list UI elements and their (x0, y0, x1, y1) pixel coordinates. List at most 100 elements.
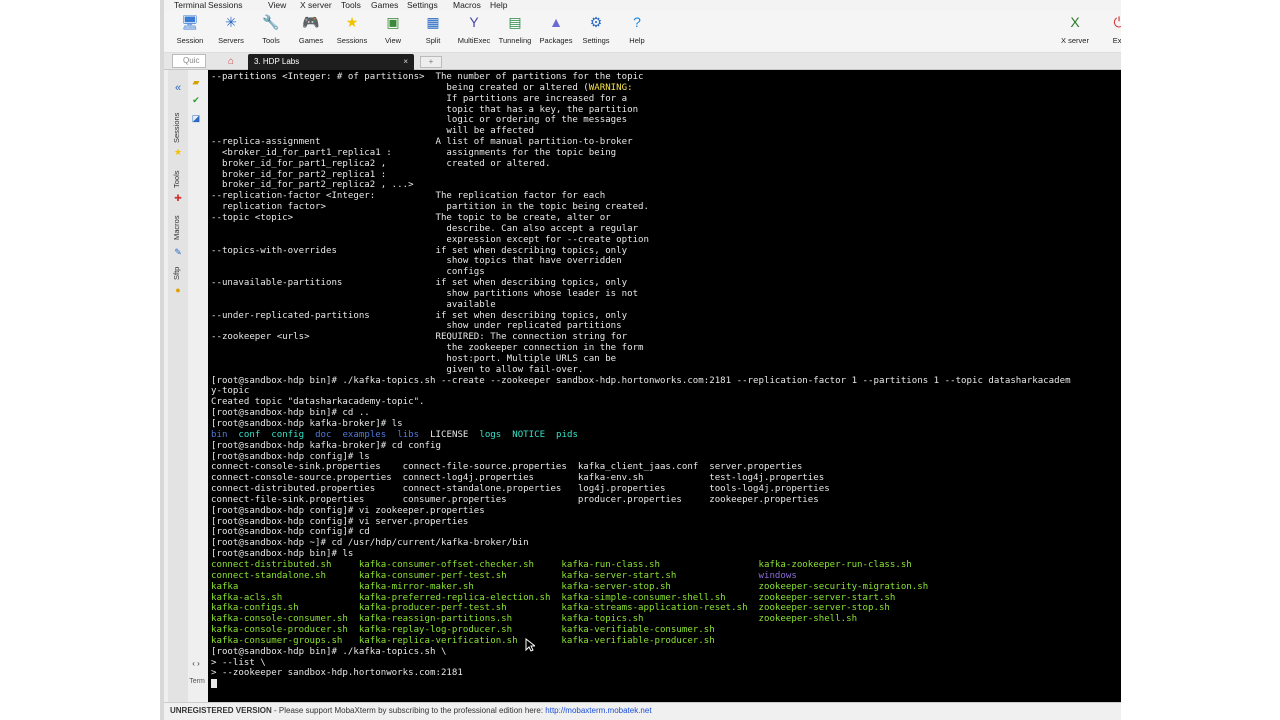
terminal-line: show partitions whose leader is not (211, 289, 1121, 300)
terminal-text: libs (397, 429, 420, 440)
games-icon: 🎮 (302, 14, 320, 30)
mouse-pointer-icon (525, 638, 535, 652)
sidebar-tab-sessions[interactable]: Sessions (172, 108, 184, 148)
terminal-text: --topics-with-overrides if set when desc… (211, 245, 628, 256)
mobaxterm-window: Terminal Sessions View X server Tools Games Se… (160, 0, 1121, 720)
terminal-text: connect-standalone.sh kafka-consumer-per… (211, 570, 759, 581)
settings-toolbar-button[interactable]: ⚙ Settings (574, 13, 618, 45)
terminal-line: [root@sandbox-hdp config]# cd (211, 527, 1121, 538)
terminal-line: host:port. Multiple URLS can be (211, 354, 1121, 365)
new-tab-button[interactable]: + (420, 56, 442, 68)
sidebar-tab-sftp[interactable]: Sftp (172, 264, 184, 282)
menu-sessions[interactable]: Sessions (208, 0, 243, 11)
terminal-text: [root@sandbox-hdp bin]# ./kafka-topics.s… (211, 375, 1071, 386)
help-icon: ? (633, 14, 641, 30)
nav-arrows-icon[interactable]: ‹ › (188, 658, 204, 670)
terminal-line: Created topic "datasharkacademy-topic". (211, 397, 1121, 408)
sidebar-tab-tools[interactable]: Tools (172, 166, 184, 192)
sessions-toolbar-button[interactable]: ★ Sessions (330, 13, 374, 45)
terminal-line: > --list \ (211, 658, 1121, 669)
menu-x-server[interactable]: X server (300, 0, 332, 11)
tools-icon: 🔧 (262, 14, 280, 30)
terminal-line: --replication-factor <Integer: The repli… (211, 191, 1121, 202)
quick-connect-input[interactable]: Quic (172, 54, 206, 68)
sftp-icon[interactable]: ◪ (190, 112, 202, 124)
menu-tools[interactable]: Tools (341, 0, 361, 11)
servers-toolbar-button[interactable]: ✳ Servers (209, 13, 253, 45)
menu-settings[interactable]: Settings (407, 0, 438, 11)
multiexec-icon: Y (469, 14, 479, 30)
games-toolbar-button[interactable]: 🎮 Games (289, 13, 333, 45)
mobaxterm-link[interactable]: http://mobaxterm.mobatek.net (545, 706, 651, 715)
menu-macros[interactable]: Macros (453, 0, 481, 11)
home-tab[interactable]: ⌂ (218, 54, 244, 69)
tools-icon: ✚ (174, 193, 182, 203)
terminal-text: broker_id_for_part1_replica2 , created o… (211, 158, 551, 169)
terminal-line: kafka kafka-mirror-maker.sh kafka-server… (211, 582, 1121, 593)
menu-help[interactable]: Help (490, 0, 507, 11)
terminal-text: [root@sandbox-hdp config]# vi server.pro… (211, 516, 469, 527)
session-toolbar-button[interactable]: 🖥 Session (168, 13, 212, 45)
terminal-text: configs (211, 267, 485, 278)
terminal-text: kafka-configs.sh kafka-producer-perf-tes… (211, 603, 890, 614)
check-icon[interactable]: ✔ (190, 94, 202, 106)
terminal-line: [root@sandbox-hdp bin]# ls (211, 549, 1121, 560)
x-server-toolbar-button[interactable]: X X server (1053, 13, 1097, 45)
terminal-text: being created or altered ( (211, 82, 589, 93)
toolbar-label: Servers (218, 36, 244, 45)
terminal-text: kafka-console-producer.sh kafka-replay-l… (211, 625, 715, 636)
terminal-line: bin conf config doc examples libs LICENS… (211, 430, 1121, 441)
terminal-line: [root@sandbox-hdp bin]# ./kafka-topics.s… (211, 647, 1121, 658)
view-toolbar-button[interactable]: ▣ View (371, 13, 415, 45)
terminal-line: --replica-assignment A list of manual pa… (211, 137, 1121, 148)
terminal-text: connect-distributed.properties connect-s… (211, 484, 830, 495)
tab-hdp-labs[interactable]: 3. HDP Labs × (248, 54, 414, 70)
terminal-line: being created or altered (WARNING: (211, 83, 1121, 94)
terminal-text: kafka-console-consumer.sh kafka-reassign… (211, 614, 858, 625)
home-icon: ⌂ (227, 56, 235, 67)
tab-bar: Quic ⌂ 3. HDP Labs × + (164, 53, 1121, 70)
multiexec-toolbar-button[interactable]: Y MultiExec (452, 13, 496, 45)
terminal-text: --zookeeper <urls> REQUIRED: The connect… (211, 332, 628, 343)
terminal-text: <broker_id_for_part1_replica1 : assignme… (211, 147, 617, 158)
terminal-line: [root@sandbox-hdp kafka-broker]# cd conf… (211, 441, 1121, 452)
terminal-line: > --zookeeper sandbox-hdp.hortonworks.co… (211, 668, 1121, 679)
terminal-text: [root@sandbox-hdp ~]# cd /usr/hdp/curren… (211, 538, 529, 549)
menu-terminal[interactable]: Terminal (174, 0, 206, 11)
terminal-output[interactable]: --partitions <Integer: # of partitions> … (208, 70, 1121, 702)
terminal-text: logic or ordering of the messages (211, 115, 628, 126)
terminal-text: --replication-factor <Integer: The repli… (211, 191, 606, 202)
terminal-line: --topics-with-overrides if set when desc… (211, 246, 1121, 257)
menu-games[interactable]: Games (371, 0, 398, 11)
terminal-line: describe. Can also accept a regular (211, 224, 1121, 235)
terminal-line: broker_id_for_part1_replica2 , created o… (211, 159, 1121, 170)
folder-icon[interactable]: ▰ (190, 76, 202, 88)
split-toolbar-button[interactable]: ▦ Split (411, 13, 455, 45)
menu-bar: Terminal Sessions View X server Tools Games Se… (164, 0, 1121, 11)
tools-toolbar-button[interactable]: 🔧 Tools (249, 13, 293, 45)
sidebar-tab-macros[interactable]: Macros (172, 212, 184, 244)
exit-toolbar-button[interactable]: ⏻ Exit (1097, 13, 1121, 45)
terminal-text: broker_id_for_part2_replica1 : (211, 169, 387, 180)
terminal-line: connect-distributed.properties connect-s… (211, 484, 1121, 495)
menu-view[interactable]: View (268, 0, 286, 11)
terminal-prompt-line (211, 679, 1121, 690)
left-sidebar: « ▰ ✔ ◪ Sessions ★ Tools ✚ Macros ✎ Sftp… (164, 70, 208, 702)
toolbar-label: Games (298, 36, 324, 45)
exit-icon: ⏻ (1110, 13, 1121, 31)
tunneling-toolbar-button[interactable]: ▤ Tunneling (493, 13, 537, 45)
packages-toolbar-button[interactable]: ▲ Packages (534, 13, 578, 45)
terminal-line: topic that has a key, the partition (211, 105, 1121, 116)
help-toolbar-button[interactable]: ? Help (615, 13, 659, 45)
close-tab-icon[interactable]: × (403, 54, 408, 70)
terminal-text: --replica-assignment A list of manual pa… (211, 137, 633, 148)
terminal-text: If partitions are increased for a (211, 93, 628, 104)
star-icon: ★ (173, 147, 183, 157)
collapse-sidebar-icon[interactable]: « (172, 82, 184, 94)
terminal-text: [root@sandbox-hdp kafka-broker]# ls (211, 419, 403, 429)
toolbar-label: Help (629, 36, 645, 45)
